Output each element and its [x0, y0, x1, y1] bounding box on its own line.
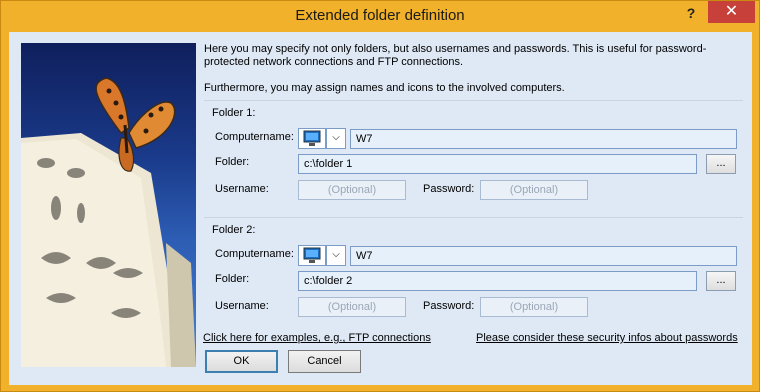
cancel-button[interactable]: Cancel [288, 350, 361, 373]
computername-label-2: Computername: [215, 248, 294, 260]
computername-input-2[interactable]: W7 [350, 246, 737, 266]
examples-link[interactable]: Click here for examples, e.g., FTP conne… [203, 332, 431, 344]
computer-monitor-icon [303, 130, 321, 146]
close-button[interactable]: ✕ [708, 1, 755, 23]
username-input-1[interactable]: (Optional) [298, 180, 406, 200]
browse-button-1[interactable]: ... [706, 154, 736, 174]
ok-button[interactable]: OK [205, 350, 278, 373]
password-input-1[interactable]: (Optional) [480, 180, 588, 200]
browse-button-2[interactable]: ... [706, 271, 736, 291]
computername-label-1: Computername: [215, 131, 294, 143]
chevron-down-icon[interactable]: ⌵ [326, 245, 346, 266]
decorative-illustration-icon [21, 77, 196, 367]
folder-label-2: Folder: [215, 273, 250, 285]
intro-line-1: Here you may specify not only folders, b… [204, 43, 707, 68]
folder-2-title: Folder 2: [212, 224, 256, 236]
computer-icon-2[interactable] [298, 245, 326, 266]
username-label-1: Username: [215, 183, 269, 195]
folder-1-title: Folder 1: [212, 107, 256, 119]
password-label-2: Password: [423, 300, 475, 312]
username-input-2[interactable]: (Optional) [298, 297, 406, 317]
dialog-window: Extended folder definition ? ✕ Here you … [0, 0, 760, 392]
password-input-2[interactable]: (Optional) [480, 297, 588, 317]
window-title: Extended folder definition [295, 7, 465, 24]
chevron-down-icon[interactable]: ⌵ [326, 128, 346, 149]
title-bar[interactable]: Extended folder definition ? ✕ [1, 1, 759, 32]
intro-line-2: Furthermore, you may assign names and ic… [204, 82, 565, 94]
username-label-2: Username: [215, 300, 269, 312]
security-info-link[interactable]: Please consider these security infos abo… [476, 332, 738, 344]
folder-input-1[interactable]: c:\folder 1 [298, 154, 697, 174]
intro-text: Here you may specify not only folders, b… [204, 43, 744, 108]
folder-label-1: Folder: [215, 156, 250, 168]
password-label-1: Password: [423, 183, 475, 195]
computer-icon-1[interactable] [298, 128, 326, 149]
computer-monitor-icon [303, 247, 321, 263]
dialog-client-area: Here you may specify not only folders, b… [9, 32, 752, 385]
computername-input-1[interactable]: W7 [350, 129, 737, 149]
folder-1-group: Folder 1: Computername: ⌵ W7 Folder: c:\… [204, 100, 743, 200]
help-button[interactable]: ? [675, 3, 707, 25]
folder-2-group: Folder 2: Computername: ⌵ W7 Folder: c:\… [204, 217, 743, 317]
folder-input-2[interactable]: c:\folder 2 [298, 271, 697, 291]
butterfly-book-illustration [21, 43, 196, 367]
